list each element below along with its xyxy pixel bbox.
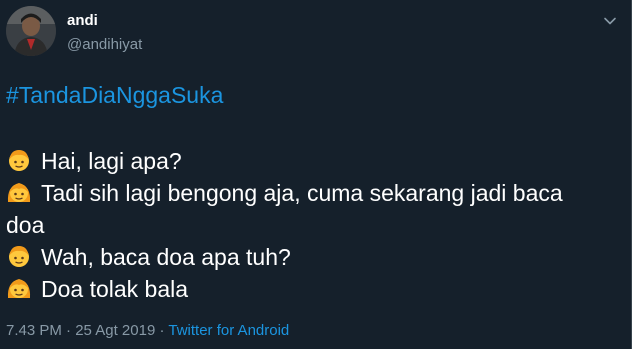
tweet-line-text: Hai, lagi apa? [41,148,182,174]
girl-emoji-icon [7,279,31,298]
meta-separator: · [159,322,165,339]
tweet-line: Hai, lagi apa? [6,145,616,177]
tweet-line: Wah, baca doa apa tuh? [6,241,616,273]
tweet-line: Tadi sih lagi bengong aja, cuma sekarang… [6,177,616,209]
user-handle[interactable]: @andihiyat [67,36,142,54]
girl-emoji-icon [7,183,31,202]
tweet-source-link[interactable]: Twitter for Android [168,322,289,339]
display-name[interactable]: andi [67,12,98,30]
tweet-time[interactable]: 7.43 PM [6,322,62,339]
tweet-line: Doa tolak bala [6,273,616,305]
meta-separator: · [66,322,72,339]
tweet-card: andi @andihiyat #TandaDiaNggaSuka Hai, l… [0,0,632,349]
tweet-text: Hai, lagi apa? Tadi sih lagi bengong aja… [6,145,616,305]
tweet-metadata: 7.43 PM · 25 Agt 2019 · Twitter for Andr… [6,322,289,340]
tweet-line-text: Wah, baca doa apa tuh? [41,244,291,270]
avatar[interactable] [6,6,56,56]
avatar-image [6,6,56,56]
hashtag-link[interactable]: #TandaDiaNggaSuka [6,80,223,110]
boy-emoji-icon [9,150,29,171]
tweet-date[interactable]: 25 Agt 2019 [75,322,155,339]
tweet-line-text: Doa tolak bala [41,276,189,302]
boy-emoji-icon [9,246,29,267]
tweet-line-text: Tadi sih lagi bengong aja, cuma sekarang… [41,180,563,206]
tweet-line-text: doa [6,212,45,238]
chevron-down-icon[interactable] [603,14,617,28]
tweet-line: doa [6,209,616,241]
